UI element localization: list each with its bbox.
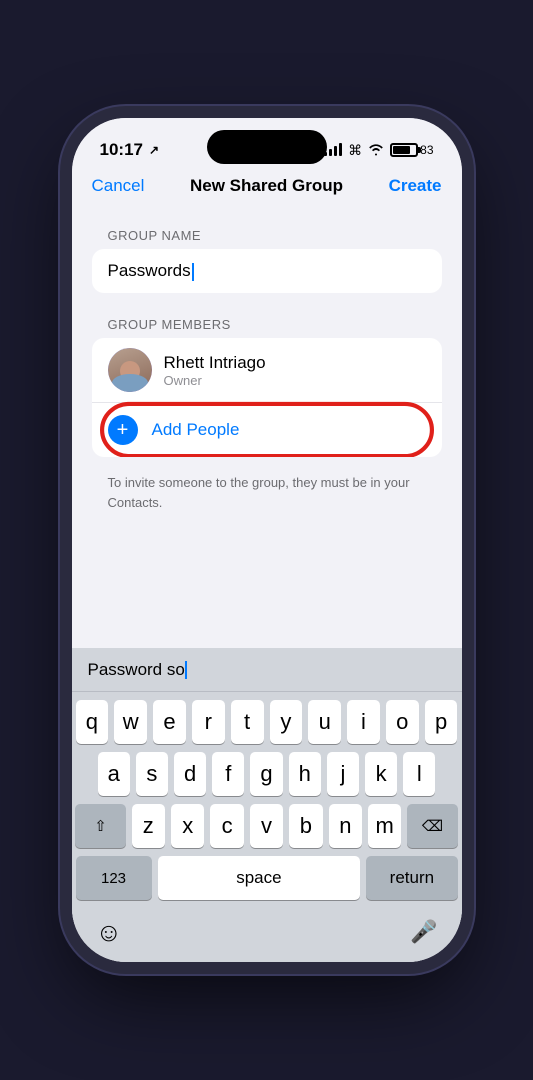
key-row-4: 123 space return [76, 856, 458, 900]
key-m[interactable]: m [368, 804, 401, 848]
key-u[interactable]: u [308, 700, 341, 744]
backspace-key[interactable]: ⌫ [407, 804, 457, 848]
key-k[interactable]: k [365, 752, 397, 796]
plus-icon: + [117, 420, 129, 440]
predictive-text: Password so [88, 660, 187, 680]
key-z[interactable]: z [132, 804, 165, 848]
group-name-field[interactable]: Passwords [92, 249, 442, 293]
phone-frame: 10:17 ↗ ⌘ 83 [72, 118, 462, 962]
group-name-value: Passwords [108, 261, 191, 280]
key-g[interactable]: g [250, 752, 282, 796]
key-t[interactable]: t [231, 700, 264, 744]
return-key[interactable]: return [366, 856, 457, 900]
numbers-key[interactable]: 123 [76, 856, 152, 900]
key-x[interactable]: x [171, 804, 204, 848]
text-cursor [192, 263, 194, 281]
predictive-bar: Password so [72, 648, 462, 692]
emoji-button[interactable]: ☺ [96, 917, 123, 948]
content-area: GROUP NAME Passwords GROUP MEMBERS Rhett… [72, 208, 462, 528]
wifi-icon [368, 144, 384, 156]
group-name-label: GROUP NAME [72, 228, 462, 249]
member-role: Owner [164, 373, 426, 388]
key-d[interactable]: d [174, 752, 206, 796]
keyboard: Password so q w e r t y u i o p a s [72, 648, 462, 962]
key-l[interactable]: l [403, 752, 435, 796]
key-i[interactable]: i [347, 700, 380, 744]
key-c[interactable]: c [210, 804, 243, 848]
key-b[interactable]: b [289, 804, 322, 848]
key-n[interactable]: n [329, 804, 362, 848]
key-row-2: a s d f g h j k l [76, 752, 458, 796]
key-a[interactable]: a [98, 752, 130, 796]
add-people-label: Add People [152, 420, 240, 440]
dynamic-island [207, 130, 327, 164]
key-e[interactable]: e [153, 700, 186, 744]
cancel-button[interactable]: Cancel [92, 176, 145, 196]
shift-key[interactable]: ⇧ [75, 804, 125, 848]
key-v[interactable]: v [250, 804, 283, 848]
add-people-button[interactable]: + Add People [92, 403, 442, 457]
signal-bars-icon [324, 144, 342, 156]
nav-bar: Cancel New Shared Group Create [72, 168, 462, 208]
add-icon: + [108, 415, 138, 445]
mic-button[interactable]: 🎤 [410, 919, 437, 945]
member-info: Rhett Intriago Owner [164, 353, 426, 388]
key-q[interactable]: q [76, 700, 109, 744]
member-name: Rhett Intriago [164, 353, 426, 373]
key-p[interactable]: p [425, 700, 458, 744]
members-section: Rhett Intriago Owner + Add People [92, 338, 442, 457]
key-row-1: q w e r t y u i o p [76, 700, 458, 744]
space-key[interactable]: space [158, 856, 361, 900]
member-row: Rhett Intriago Owner [92, 338, 442, 403]
hint-text: To invite someone to the group, they mus… [72, 469, 462, 528]
key-w[interactable]: w [114, 700, 147, 744]
key-y[interactable]: y [270, 700, 303, 744]
create-button[interactable]: Create [389, 176, 442, 196]
wifi-icon: ⌘ [348, 142, 362, 159]
key-row-3: ⇧ z x c v b n m ⌫ [76, 804, 458, 848]
status-time: 10:17 ↗ [100, 140, 160, 160]
key-rows: q w e r t y u i o p a s d f g h j [72, 692, 462, 912]
key-f[interactable]: f [212, 752, 244, 796]
key-o[interactable]: o [386, 700, 419, 744]
group-members-label: GROUP MEMBERS [72, 317, 462, 338]
annotation-circle [100, 399, 434, 457]
battery-icon: 83 [390, 143, 433, 157]
page-title: New Shared Group [190, 176, 343, 196]
key-r[interactable]: r [192, 700, 225, 744]
key-j[interactable]: j [327, 752, 359, 796]
key-s[interactable]: s [136, 752, 168, 796]
bottom-bar: ☺ 🎤 [72, 912, 462, 962]
avatar [108, 348, 152, 392]
status-icons: ⌘ 83 [324, 142, 433, 159]
key-h[interactable]: h [289, 752, 321, 796]
